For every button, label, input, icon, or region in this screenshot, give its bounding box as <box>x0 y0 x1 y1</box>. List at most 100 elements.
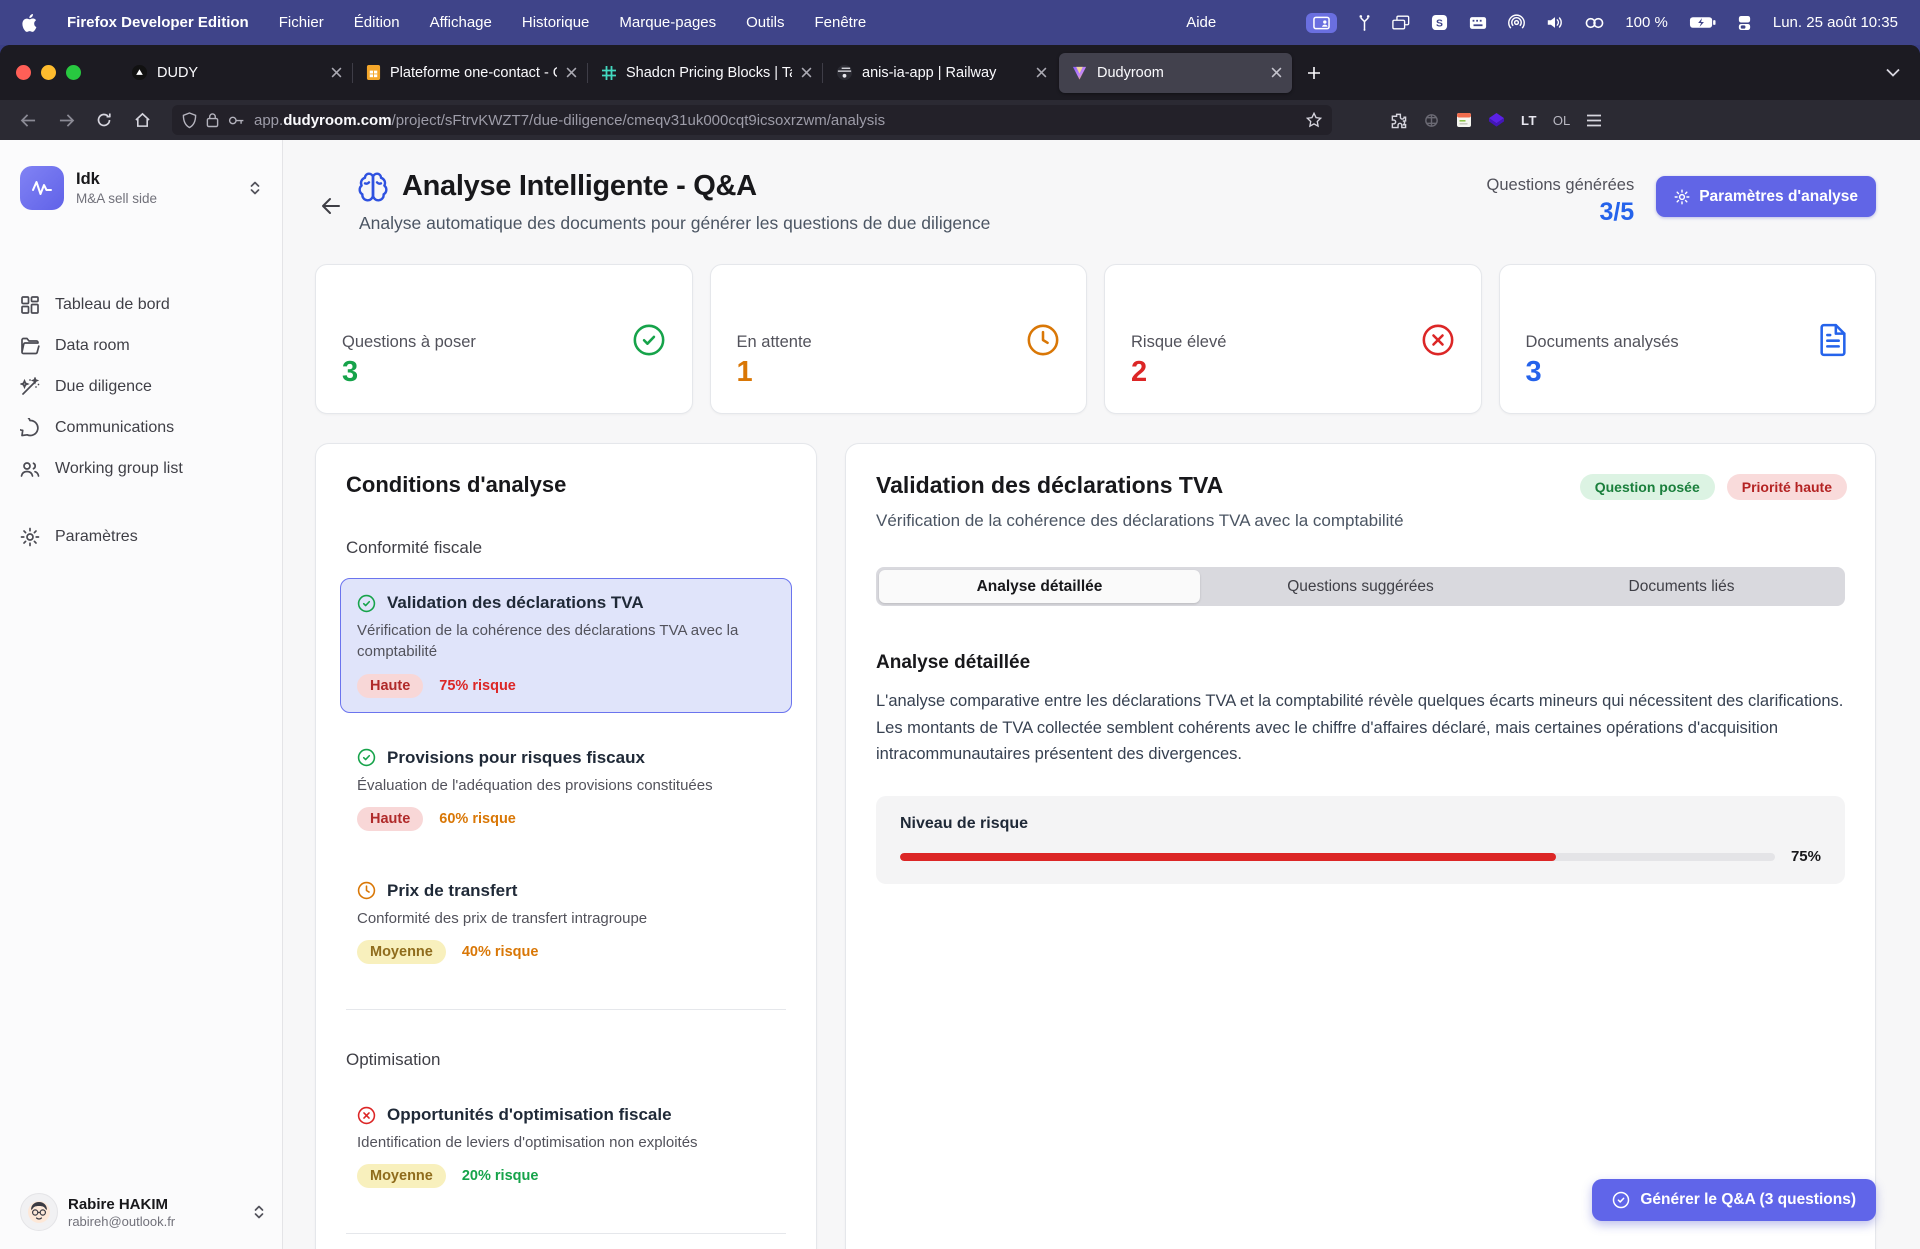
sidebar: Idk M&A sell side Tableau de bord Data r… <box>0 140 283 1249</box>
workspace-switcher[interactable]: Idk M&A sell side <box>20 166 262 210</box>
clock-icon <box>357 881 376 900</box>
tab-railway[interactable]: anis-ia-app | Railway <box>824 53 1057 93</box>
home-button[interactable] <box>126 105 158 135</box>
menu-app-name[interactable]: Firefox Developer Edition <box>67 14 249 31</box>
tab-close-icon[interactable] <box>1271 67 1282 78</box>
menu-aide[interactable]: Aide <box>1186 14 1216 31</box>
section-label-optimisation: Optimisation <box>340 1050 792 1070</box>
url-text[interactable]: app.dudyroom.com/project/sFtrvKWZT7/due-… <box>254 112 1297 129</box>
chevrons-up-down-icon <box>252 1204 266 1220</box>
sidebar-item-data-room[interactable]: Data room <box>20 325 262 366</box>
back-button[interactable] <box>12 105 44 135</box>
condition-title: Validation des déclarations TVA <box>387 593 644 613</box>
tab-questions-suggerees[interactable]: Questions suggérées <box>1200 570 1521 603</box>
purple-extension-icon[interactable] <box>1488 112 1505 128</box>
keyboard-icon[interactable] <box>1469 16 1487 30</box>
tab-documents-lies[interactable]: Documents liés <box>1521 570 1842 603</box>
questions-generated-label: Questions générées <box>1487 176 1635 195</box>
close-window-button[interactable] <box>16 65 31 80</box>
stat-label: Questions à poser <box>342 333 666 352</box>
permissions-key-icon[interactable] <box>228 115 245 126</box>
menu-fichier[interactable]: Fichier <box>279 14 324 31</box>
lock-icon[interactable] <box>206 112 219 128</box>
tab-title: Plateforme one-contact - Goog <box>390 65 557 81</box>
reload-button[interactable] <box>88 105 120 135</box>
menu-outils[interactable]: Outils <box>746 14 784 31</box>
tab-close-icon[interactable] <box>566 67 577 78</box>
menu-fenetre[interactable]: Fenêtre <box>814 14 866 31</box>
tab-close-icon[interactable] <box>1036 67 1047 78</box>
audio-input-icon[interactable] <box>1358 14 1371 31</box>
menu-hamburger-icon[interactable] <box>1586 114 1602 127</box>
minimize-window-button[interactable] <box>41 65 56 80</box>
tab-close-icon[interactable] <box>331 67 342 78</box>
tracking-shield-icon[interactable] <box>182 112 197 129</box>
airdrop-icon[interactable] <box>1508 14 1525 31</box>
menu-edition[interactable]: Édition <box>354 14 400 31</box>
check-circle-icon <box>632 323 666 357</box>
menu-marque-pages[interactable]: Marque-pages <box>619 14 716 31</box>
condition-desc: Évaluation de l'adéquation des provision… <box>357 775 775 796</box>
stage-manager-icon[interactable] <box>1737 15 1752 31</box>
menu-historique[interactable]: Historique <box>522 14 590 31</box>
link-icon[interactable] <box>1585 17 1604 29</box>
sidebar-item-tableau-de-bord[interactable]: Tableau de bord <box>20 284 262 325</box>
page-title: Analyse Intelligente - Q&A <box>402 170 757 203</box>
condition-item-provisions-risques[interactable]: Provisions pour risques fiscaux Évaluati… <box>340 733 792 846</box>
condition-item-opportunites-optimisation[interactable]: Opportunités d'optimisation fiscale Iden… <box>340 1090 792 1203</box>
volume-icon[interactable] <box>1546 15 1564 30</box>
risk-percent-label: 20% risque <box>462 1168 539 1184</box>
sidebar-item-working-group-list[interactable]: Working group list <box>20 448 262 489</box>
screen-sharing-indicator-icon[interactable] <box>1306 13 1337 33</box>
tab-dudyroom-active[interactable]: Dudyroom <box>1059 53 1292 93</box>
macos-menu-bar: Firefox Developer Edition Fichier Éditio… <box>0 0 1920 45</box>
analysis-settings-button[interactable]: Paramètres d'analyse <box>1656 176 1876 217</box>
generate-qa-button[interactable]: Générer le Q&A (3 questions) <box>1592 1179 1876 1221</box>
battery-percent-label: 100 % <box>1625 14 1668 31</box>
stat-value: 1 <box>737 356 1061 389</box>
tab-analyse-detaillee[interactable]: Analyse détaillée <box>879 570 1200 603</box>
gear-icon <box>1674 189 1690 205</box>
tab-dudy[interactable]: DUDY <box>119 53 352 93</box>
dimmed-extension-icon[interactable] <box>1423 112 1440 129</box>
list-all-tabs-icon[interactable] <box>1886 68 1900 77</box>
workspace-name: Idk <box>76 170 157 189</box>
display-mirroring-icon[interactable] <box>1392 15 1410 30</box>
apple-menu-icon[interactable] <box>22 14 37 32</box>
condition-item-validation-tva[interactable]: Validation des déclarations TVA Vérifica… <box>340 578 792 713</box>
main-area: Analyse Intelligente - Q&A Analyse autom… <box>283 140 1920 1249</box>
notes-extension-icon[interactable] <box>1456 112 1472 128</box>
shottr-icon[interactable]: S <box>1431 14 1448 31</box>
zoom-window-button[interactable] <box>66 65 81 80</box>
railway-favicon <box>836 64 853 81</box>
new-tab-button[interactable] <box>1298 57 1330 89</box>
user-menu[interactable]: Rabire HAKIM rabireh@outlook.fr <box>16 1187 270 1237</box>
condition-item-prix-de-transfert[interactable]: Prix de transfert Conformité des prix de… <box>340 866 792 979</box>
tab-tailark[interactable]: Shadcn Pricing Blocks | Tailark <box>589 53 822 93</box>
user-avatar <box>20 1193 58 1231</box>
menu-affichage[interactable]: Affichage <box>430 14 492 31</box>
divider <box>346 1009 786 1010</box>
dashboard-icon <box>20 295 40 315</box>
forward-button[interactable] <box>50 105 82 135</box>
profile-badge[interactable]: OL <box>1553 113 1570 128</box>
risk-progress-fill <box>900 853 1556 861</box>
page-subtitle: Analyse automatique des documents pour g… <box>359 213 990 234</box>
sidebar-item-due-diligence[interactable]: Due diligence <box>20 366 262 407</box>
page-back-button[interactable] <box>313 188 349 224</box>
tab-close-icon[interactable] <box>801 67 812 78</box>
bookmark-star-icon[interactable] <box>1306 112 1322 128</box>
extensions-puzzle-icon[interactable] <box>1390 112 1407 129</box>
sidebar-item-parametres[interactable]: Paramètres <box>20 516 262 557</box>
section-label-conformite-fiscale: Conformité fiscale <box>340 538 792 558</box>
sidebar-item-label: Data room <box>55 337 130 355</box>
stat-value: 3 <box>342 356 666 389</box>
analysis-paragraph: L'analyse comparative entre les déclarat… <box>876 688 1845 768</box>
languagetool-icon[interactable]: LT <box>1521 113 1537 128</box>
condition-desc: Identification de leviers d'optimisation… <box>357 1132 775 1153</box>
menu-clock[interactable]: Lun. 25 août 10:35 <box>1773 14 1898 31</box>
detail-panel: Validation des déclarations TVA Question… <box>845 443 1876 1249</box>
url-bar[interactable]: app.dudyroom.com/project/sFtrvKWZT7/due-… <box>172 105 1332 135</box>
tab-one-contact[interactable]: Plateforme one-contact - Goog <box>354 53 587 93</box>
sidebar-item-communications[interactable]: Communications <box>20 407 262 448</box>
